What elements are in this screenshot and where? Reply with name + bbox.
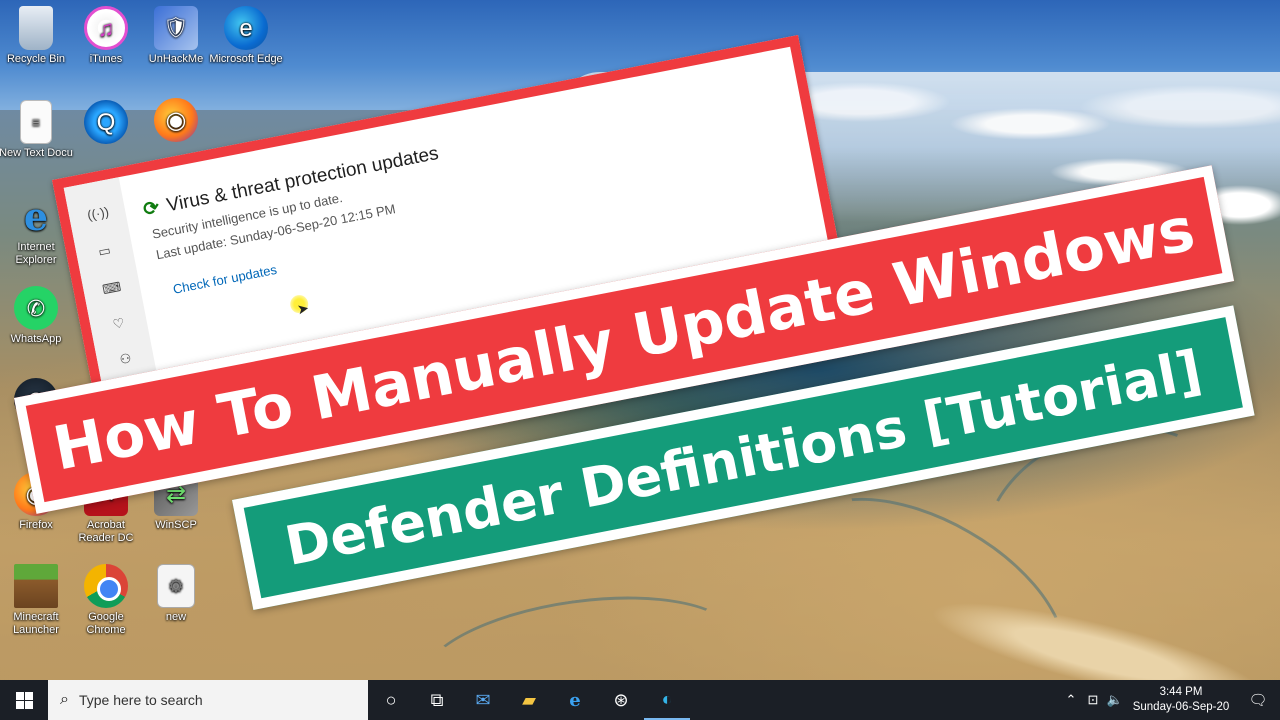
search-icon: ⌕: [60, 691, 69, 708]
start-button[interactable]: [0, 680, 48, 720]
desktop-icon-label: WinSCP: [155, 519, 197, 531]
desktop-icon-label: Acrobat Reader DC: [78, 519, 134, 544]
windows-logo-icon: [15, 691, 33, 709]
app-browser-icon[interactable]: ▭: [93, 240, 116, 263]
recycle-bin-icon: [19, 6, 53, 50]
file-explorer-icon[interactable]: ▰: [506, 680, 552, 720]
desktop-icon-label: Internet Explorer: [15, 241, 57, 266]
desktop-icon-whatsapp[interactable]: ✆ WhatsApp: [0, 286, 74, 346]
settings-file-icon: ⚙: [157, 564, 195, 608]
steam-icon[interactable]: ⊛: [598, 680, 644, 720]
desktop-icon-label: Microsoft Edge: [209, 53, 283, 65]
taskbar-clock[interactable]: 3:44 PM Sunday-06-Sep-20: [1126, 685, 1236, 715]
desktop-icon-label: iTunes: [89, 53, 123, 65]
edge-icon: e: [224, 6, 268, 50]
mouse-cursor-icon: ➤: [295, 299, 311, 318]
desktop-icon-microsoft-edge[interactable]: e Microsoft Edge: [208, 6, 284, 66]
chevron-up-icon[interactable]: ⌃: [1060, 692, 1082, 708]
taskbar-search-box[interactable]: ⌕ Type here to search: [48, 680, 368, 720]
volume-icon[interactable]: 🔈: [1104, 692, 1126, 708]
quicktime-icon: Q: [84, 100, 128, 144]
internet-explorer-icon[interactable]: e: [552, 680, 598, 720]
device-icon[interactable]: ⌨: [100, 277, 123, 300]
desktop-icon-recycle-bin[interactable]: Recycle Bin: [0, 6, 74, 66]
desktop-icon-label: Firefox: [19, 519, 53, 531]
desktop-icon-unhackme[interactable]: 🛡 UnHackMe: [138, 6, 214, 66]
desktop-icon-label: Recycle Bin: [6, 53, 66, 65]
wireless-icon[interactable]: ((·)): [86, 202, 110, 225]
cortana-icon[interactable]: ○: [368, 680, 414, 720]
desktop-icon-new-text-document[interactable]: ≡ New Text Docu: [0, 100, 74, 160]
family-icon[interactable]: ⚇: [114, 348, 137, 371]
desktop-icon-label: WhatsApp: [10, 333, 62, 345]
clock-time: 3:44 PM: [1159, 686, 1203, 698]
desktop-icon-quicktime[interactable]: Q: [68, 100, 144, 147]
whatsapp-icon: ✆: [14, 286, 58, 330]
desktop-icon-new[interactable]: ⚙ new: [138, 564, 214, 624]
network-icon[interactable]: ⊡: [1082, 692, 1104, 708]
firefox-icon: ◉: [154, 98, 198, 142]
desktop-icon-label: UnHackMe: [148, 53, 204, 65]
notification-icon[interactable]: 🗨: [1236, 680, 1280, 720]
mail-icon[interactable]: ✉: [460, 680, 506, 720]
desktop-icon-itunes[interactable]: ♫ iTunes: [68, 6, 144, 66]
refresh-icon: ⟳: [141, 197, 162, 221]
health-icon[interactable]: ♡: [107, 312, 130, 335]
desktop-icon-firefox-top[interactable]: ◉: [138, 98, 214, 145]
desktop-icon-label: new: [165, 611, 187, 623]
edge-icon[interactable]: ◐: [644, 680, 690, 720]
system-tray: ⌃ ⊡ 🔈 3:44 PM Sunday-06-Sep-20 🗨: [1060, 680, 1280, 720]
taskbar: ⌕ Type here to search ○ ⧉ ✉ ▰ e ⊛ ◐ ⌃ ⊡ …: [0, 680, 1280, 720]
desktop-icon-minecraft[interactable]: Minecraft Launcher: [0, 564, 74, 637]
itunes-icon: ♫: [84, 6, 128, 50]
search-placeholder: Type here to search: [78, 692, 203, 708]
desktop-icon-google-chrome[interactable]: Google Chrome: [68, 564, 144, 637]
internet-explorer-icon: e: [23, 193, 49, 239]
desktop-icon-label: New Text Docu: [0, 147, 73, 159]
chrome-icon: [84, 564, 128, 608]
desktop-icon-label: Google Chrome: [86, 611, 126, 636]
task-view-icon[interactable]: ⧉: [414, 680, 460, 720]
minecraft-icon: [14, 564, 58, 608]
unhackme-icon: 🛡: [154, 6, 198, 50]
text-document-icon: ≡: [20, 100, 52, 144]
clock-date: Sunday-06-Sep-20: [1132, 701, 1230, 713]
desktop-icon-label: Minecraft Launcher: [13, 611, 59, 636]
